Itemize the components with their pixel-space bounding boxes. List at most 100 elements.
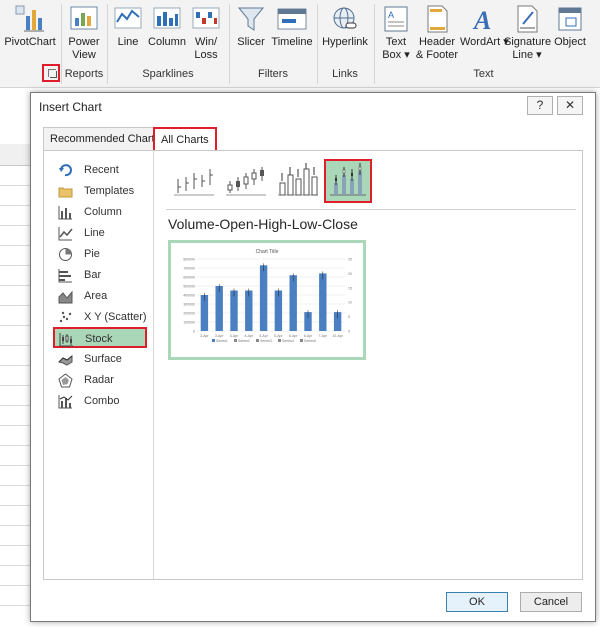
category-bar[interactable]: Bar xyxy=(54,265,146,286)
sparkline-column-button[interactable]: Column xyxy=(146,2,188,64)
preview-category-label: 6-Apr xyxy=(304,334,313,338)
preview-left-tick: 700000 xyxy=(183,267,195,271)
column-chart-icon xyxy=(58,206,72,220)
category-surface[interactable]: Surface xyxy=(54,349,146,370)
selected-subtype-name: Volume-Open-High-Low-Close xyxy=(168,216,358,232)
category-column[interactable]: Column xyxy=(54,202,146,223)
help-button[interactable]: ? xyxy=(527,96,553,115)
volume-high-low-close-icon xyxy=(278,163,318,196)
line-chart-icon xyxy=(58,227,73,241)
subtype-volume-high-low-close[interactable] xyxy=(274,159,322,203)
category-radar[interactable]: Radar xyxy=(54,370,146,391)
subtype-open-high-low-close[interactable] xyxy=(222,159,270,203)
preview-legend-label: Series4 xyxy=(282,339,294,343)
preview-right-tick: 10 xyxy=(348,301,352,305)
power-view-label-2: View xyxy=(72,49,96,61)
object-icon xyxy=(558,7,582,31)
group-separator xyxy=(107,4,108,84)
preview-right-tick: 0 xyxy=(348,330,350,334)
category-label: Templates xyxy=(84,185,135,197)
group-label-text: Text xyxy=(473,68,494,80)
preview-legend-swatch xyxy=(212,339,215,342)
power-view-label-1: Power xyxy=(68,36,100,48)
surface-chart-icon xyxy=(58,354,73,366)
signature-line-icon xyxy=(517,5,538,33)
preview-volume-bar xyxy=(259,265,268,331)
category-label: X Y (Scatter) xyxy=(84,311,147,323)
signature-line-button[interactable]: Signature Line ▾ xyxy=(504,2,551,64)
object-button[interactable]: Object xyxy=(550,2,590,64)
textbox-button[interactable]: A Text Box ▾ xyxy=(377,2,415,64)
category-stock[interactable]: Stock xyxy=(53,327,147,348)
header-footer-label-2: & Footer xyxy=(415,49,459,61)
sparkline-winloss-label-2: Loss xyxy=(194,49,218,61)
preview-legend-label: Series1 xyxy=(216,339,228,343)
subtype-volume-open-high-low-close[interactable] xyxy=(324,159,372,203)
category-line[interactable]: Line xyxy=(54,223,146,244)
preview-volume-bar xyxy=(230,290,238,331)
sparkline-line-label: Line xyxy=(117,36,139,48)
category-label: Area xyxy=(84,290,108,302)
signature-line-label-2: Line ▾ xyxy=(512,49,542,61)
preview-category-label: 6-Apr xyxy=(289,334,298,338)
svg-text:A: A xyxy=(388,10,394,20)
sparkline-column-label: Column xyxy=(148,36,186,48)
sparkline-winloss-button[interactable]: Win/ Loss xyxy=(188,2,224,64)
timeline-icon xyxy=(277,8,307,30)
tab-all-charts[interactable]: All Charts xyxy=(153,127,217,152)
sparkline-column-icon xyxy=(153,7,181,29)
subtype-high-low-close[interactable] xyxy=(170,159,218,203)
scatter-chart-icon xyxy=(59,311,72,323)
preview-left-tick: 800000 xyxy=(183,258,195,262)
sparkline-winloss-icon xyxy=(192,7,220,29)
timeline-button[interactable]: Timeline xyxy=(270,2,314,64)
cancel-button[interactable]: Cancel xyxy=(520,592,582,612)
category-scatter[interactable]: X Y (Scatter) xyxy=(54,307,147,328)
charts-dialog-launcher[interactable] xyxy=(42,64,60,82)
dialog-titlebar[interactable]: Insert Chart ? ✕ xyxy=(31,93,595,119)
group-separator xyxy=(374,4,375,84)
preview-volume-bar xyxy=(215,286,223,331)
category-pie[interactable]: Pie xyxy=(54,244,146,265)
pivotchart-icon xyxy=(15,5,44,32)
category-label: Column xyxy=(84,206,122,218)
group-label-links: Links xyxy=(332,68,358,80)
power-view-button[interactable]: Power View xyxy=(64,2,104,64)
category-label: Recent xyxy=(84,164,119,176)
category-label: Pie xyxy=(84,248,100,260)
tab-recommended-charts[interactable]: Recommended Charts xyxy=(43,127,168,151)
preview-category-label: 7-Apr xyxy=(319,334,328,338)
pivotchart-button[interactable]: PivotChart xyxy=(2,2,58,64)
close-button[interactable]: ✕ xyxy=(557,96,583,115)
open-high-low-close-icon xyxy=(226,167,266,196)
sparkline-line-button[interactable]: Line xyxy=(110,2,146,64)
preview-category-label: 3-Apr xyxy=(215,334,224,338)
chart-subtype-panel: Volume-Open-High-Low-Close Chart Title 8… xyxy=(156,151,582,579)
ok-button[interactable]: OK xyxy=(446,592,508,612)
header-footer-icon xyxy=(427,5,448,33)
chart-preview[interactable]: Chart Title 800000 700000 600000 500000 4000… xyxy=(168,240,366,360)
category-recent[interactable]: Recent xyxy=(54,160,146,181)
slicer-button[interactable]: Slicer xyxy=(232,2,270,64)
sparkline-winloss-label-1: Win/ xyxy=(195,36,217,48)
area-chart-icon xyxy=(58,290,73,304)
dialog-title: Insert Chart xyxy=(39,100,102,114)
group-separator xyxy=(229,4,230,84)
hyperlink-button[interactable]: Hyperlink xyxy=(320,2,370,64)
preview-right-tick: 15 xyxy=(348,286,352,290)
wordart-button[interactable]: A WordArt ▾ xyxy=(460,2,509,64)
category-combo[interactable]: Combo xyxy=(54,391,146,412)
folder-icon xyxy=(58,187,73,198)
preview-volume-bar xyxy=(274,290,283,331)
hyperlink-icon xyxy=(333,7,357,29)
header-footer-button[interactable]: Header & Footer xyxy=(415,2,459,64)
preview-left-tick: 200000 xyxy=(183,312,195,316)
pivotchart-label: PivotChart xyxy=(4,36,56,48)
wordart-icon: A xyxy=(472,6,491,34)
preview-category-label: 10-Apr xyxy=(332,334,343,338)
category-area[interactable]: Area xyxy=(54,286,146,307)
pie-chart-icon xyxy=(59,248,72,261)
preview-chart-title: Chart Title xyxy=(256,249,279,255)
category-templates[interactable]: Templates xyxy=(54,181,146,202)
header-footer-label-1: Header xyxy=(418,36,456,48)
